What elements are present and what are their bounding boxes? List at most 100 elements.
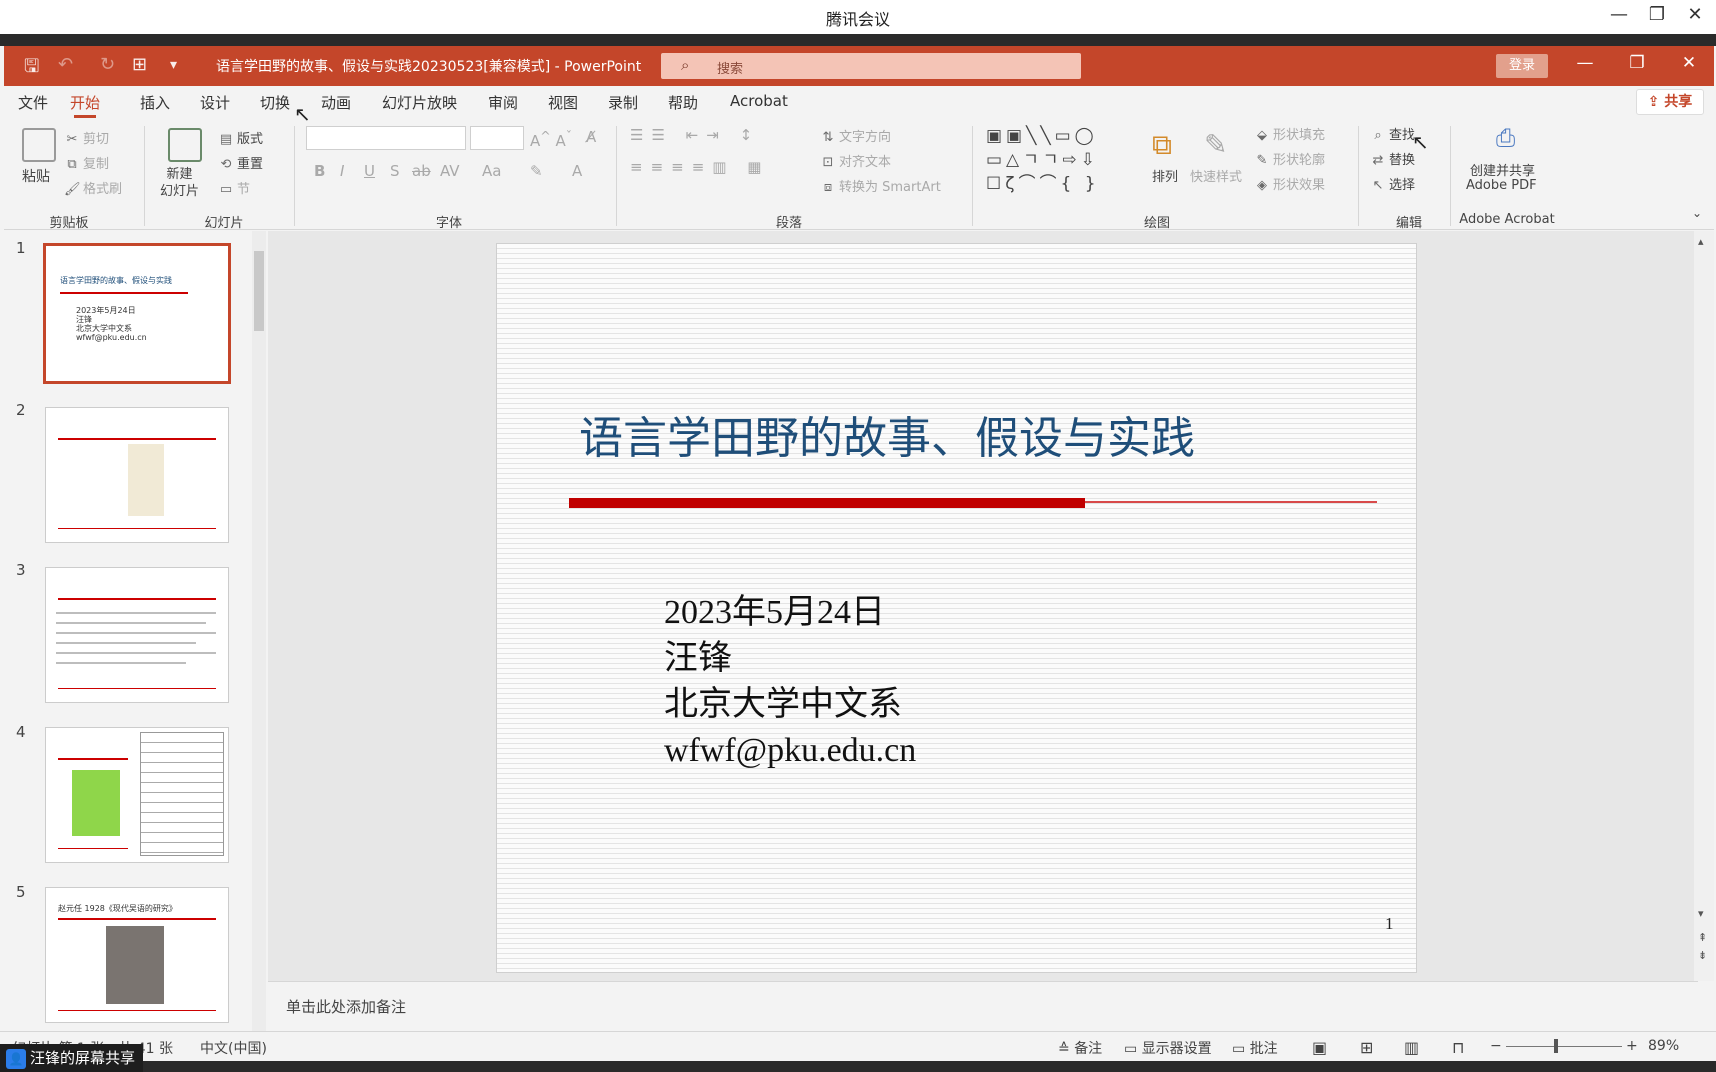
shape-fill-button[interactable]: ⬙ 形状填充 [1254,124,1325,143]
share-button[interactable]: ⇪ 共享 [1636,89,1704,115]
prev-slide-icon[interactable]: ⇞ [1698,931,1707,944]
new-slide-icon[interactable] [168,128,202,162]
strikethrough-button[interactable]: ab [412,162,431,180]
tab-help[interactable]: 帮助 [668,92,698,113]
ppt-restore-icon[interactable]: ❐ [1624,53,1650,73]
format-painter-button[interactable]: 🖌 格式刷 [64,178,122,197]
zoom-slider-track[interactable] [1506,1046,1622,1047]
slideshow-view-icon[interactable]: ⊓ [1452,1038,1464,1057]
smartart-button[interactable]: ⧈ 转换为 SmartArt [820,176,941,195]
current-slide[interactable]: 语言学田野的故事、假设与实践 2023年5月24日 汪锋 北京大学中文系 wfw… [496,243,1417,973]
next-slide-icon[interactable]: ⇟ [1698,949,1707,962]
scroll-up-icon[interactable]: ▴ [1698,235,1704,248]
display-settings-button[interactable]: ▭ 显示器设置 [1124,1038,1212,1058]
zoom-out-icon[interactable]: − [1490,1038,1502,1054]
thumbnail-slide-4[interactable] [45,727,229,863]
font-color-icon[interactable]: A [572,162,582,180]
pdf-icon[interactable]: ⎙ [1496,124,1515,152]
reading-view-icon[interactable]: ▥ [1404,1038,1419,1057]
grow-font-icon[interactable]: A^ Aˇ [530,128,572,150]
customize-qat-icon[interactable]: ▾ [170,57,177,73]
select-button[interactable]: ↖ 选择 [1370,174,1415,193]
login-button[interactable]: 登录 [1496,54,1548,78]
redo-icon[interactable]: ↻ [100,54,115,75]
italic-button[interactable]: I [340,162,344,180]
tab-slideshow[interactable]: 幻灯片放映 [382,92,457,113]
zoom-level[interactable]: 89% [1648,1038,1679,1054]
quick-styles-icon[interactable]: ✎ [1204,128,1227,161]
shape-effects-button[interactable]: ◈ 形状效果 [1254,174,1325,193]
tab-home[interactable]: 开始 [70,92,100,118]
shadow-button[interactable]: S [390,162,400,180]
tab-acrobat[interactable]: Acrobat [730,92,788,110]
font-name-combo[interactable] [306,126,466,150]
sorter-view-icon[interactable]: ⊞ [1360,1038,1373,1057]
cut-button[interactable]: ✂ 剪切 [64,128,109,147]
char-spacing-button[interactable]: AV [440,162,460,180]
shapes-gallery[interactable]: ▣▣╲╲▭◯ ▭△ㄱㄱ⇨⇩ ☐ζ⌒⌒{ } [986,124,1100,196]
close-icon[interactable]: ✕ [1680,4,1710,25]
copy-button[interactable]: ⧉ 复制 [64,153,109,172]
tab-record[interactable]: 录制 [608,92,638,113]
text-direction-button[interactable]: ⇅ 文字方向 [820,126,891,145]
replace-button[interactable]: ⇄ 替换 [1370,149,1415,168]
clear-format-icon[interactable]: A̸ [586,128,596,146]
slide-title[interactable]: 语言学田野的故事、假设与实践 [579,402,1195,466]
thumbnail-slide-1[interactable]: 语言学田野的故事、假设与实践 2023年5月24日 汪锋 北京大学中文系 wfw… [43,243,231,384]
slide-body[interactable]: 2023年5月24日 汪锋 北京大学中文系 wfwf@pku.edu.cn [664,590,916,774]
ppt-close-icon[interactable]: ✕ [1676,53,1702,73]
list-buttons[interactable]: ☰☰ ⇤⇥ ↕ [630,126,760,144]
quick-styles-button[interactable]: 快速样式 [1190,166,1242,185]
highlight-icon[interactable]: ✎ [530,162,543,180]
reset-button[interactable]: ⟲ 重置 [218,153,263,172]
underline-button[interactable]: U [364,162,375,180]
find-button[interactable]: ⌕ 查找 [1370,124,1415,143]
change-case-button[interactable]: Aa [482,162,501,180]
collapse-ribbon-icon[interactable]: ⌄ [1692,206,1702,220]
tab-file[interactable]: 文件 [18,92,48,113]
paste-icon[interactable] [22,128,56,162]
language-indicator[interactable]: 中文(中国) [200,1038,267,1058]
undo-icon[interactable]: ↶ [58,54,73,75]
tab-transitions[interactable]: 切换 [260,92,290,113]
thumbnail-slide-3[interactable] [45,567,229,703]
normal-view-icon[interactable]: ▣ [1312,1038,1327,1057]
from-start-icon[interactable]: ⊞ [132,54,147,75]
save-icon[interactable]: 🖫 [24,54,39,84]
create-share-button[interactable]: 创建并共享 [1470,160,1535,179]
new-slide-button[interactable]: 新建 幻灯片 [160,166,199,200]
scroll-down-icon[interactable]: ▾ [1698,907,1704,920]
section-button[interactable]: ▭ 节 [218,178,250,197]
zoom-in-icon[interactable]: + [1626,1038,1638,1054]
thumbnail-scrollbar[interactable] [252,231,266,1031]
zoom-slider-thumb[interactable] [1554,1039,1558,1053]
reset-icon: ⟲ [220,157,232,172]
thumb-red-line [58,528,216,529]
tab-design[interactable]: 设计 [200,92,230,113]
tab-insert[interactable]: 插入 [140,92,170,113]
shape-outline-button[interactable]: ✎ 形状轮廓 [1254,149,1325,168]
notes-pane[interactable]: 单击此处添加备注 [268,981,1698,1031]
tab-animations[interactable]: 动画 [321,92,351,113]
slide-scrollbar[interactable]: ▴ ▾ ⇞ ⇟ [1694,231,1714,981]
arrange-button[interactable]: 排列 [1152,166,1178,185]
font-size-combo[interactable] [470,126,524,150]
minimize-icon[interactable]: — [1604,4,1634,25]
scroll-thumb[interactable] [254,251,264,331]
search-box[interactable]: ⌕ 搜索 [661,53,1081,79]
align-buttons[interactable]: ≡≡≡≡▥ ▦ [630,158,769,176]
notes-toggle[interactable]: ≙ 备注 [1058,1038,1102,1058]
bold-button[interactable]: B [314,162,325,180]
thumbnail-slide-5[interactable]: 赵元任 1928《现代吴语的研究》 [45,887,229,1023]
align-text-button[interactable]: ⊡ 对齐文本 [820,151,891,170]
comments-button[interactable]: ▭ 批注 [1232,1038,1278,1058]
paste-button[interactable]: 粘贴 [22,166,50,186]
tab-review[interactable]: 审阅 [488,92,518,113]
screen-share-badge[interactable]: 👤 汪锋的屏幕共享 [0,1044,144,1072]
tab-view[interactable]: 视图 [548,92,578,113]
restore-icon[interactable]: ❐ [1642,4,1672,25]
thumbnail-slide-2[interactable] [45,407,229,543]
ppt-minimize-icon[interactable]: — [1572,53,1598,73]
arrange-icon[interactable]: ⧉ [1152,128,1172,162]
layout-button[interactable]: ▤ 版式 [218,128,263,147]
